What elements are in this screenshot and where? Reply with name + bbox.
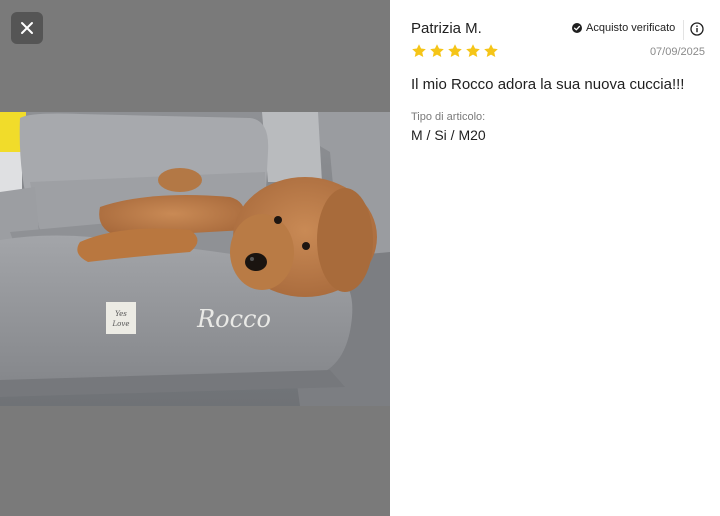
svg-text:Yes: Yes [115,310,127,318]
bed-embroidery: Rocco [196,305,271,333]
item-type-label: Tipo di articolo: [411,111,486,123]
media-viewer: Yes Love Rocco [0,0,390,516]
star-icon [484,44,498,57]
svg-text:Love: Love [112,320,130,328]
info-icon [690,22,704,36]
close-icon [21,22,33,34]
item-type-value: M / Si / M20 [411,127,486,143]
reviewer-name: Patrizia M. [411,20,482,37]
star-icon [466,44,480,57]
close-button[interactable] [11,12,43,44]
divider [683,20,684,40]
review-panel: Patrizia M. Acquisto verificato 07/09/20… [390,0,720,516]
verified-label: Acquisto verificato [586,22,676,34]
star-icon [448,44,462,57]
check-circle-icon [572,23,582,33]
bed-tag [106,302,136,334]
verified-purchase-badge: Acquisto verificato [572,22,675,34]
review-date: 07/09/2025 [649,46,705,58]
review-text: Il mio Rocco adora la sua nuova cuccia!!… [411,76,685,93]
star-rating [411,43,499,59]
review-photo: Yes Love Rocco [0,112,390,406]
star-icon [412,44,426,57]
star-icon [430,44,444,57]
info-button[interactable] [690,22,704,36]
